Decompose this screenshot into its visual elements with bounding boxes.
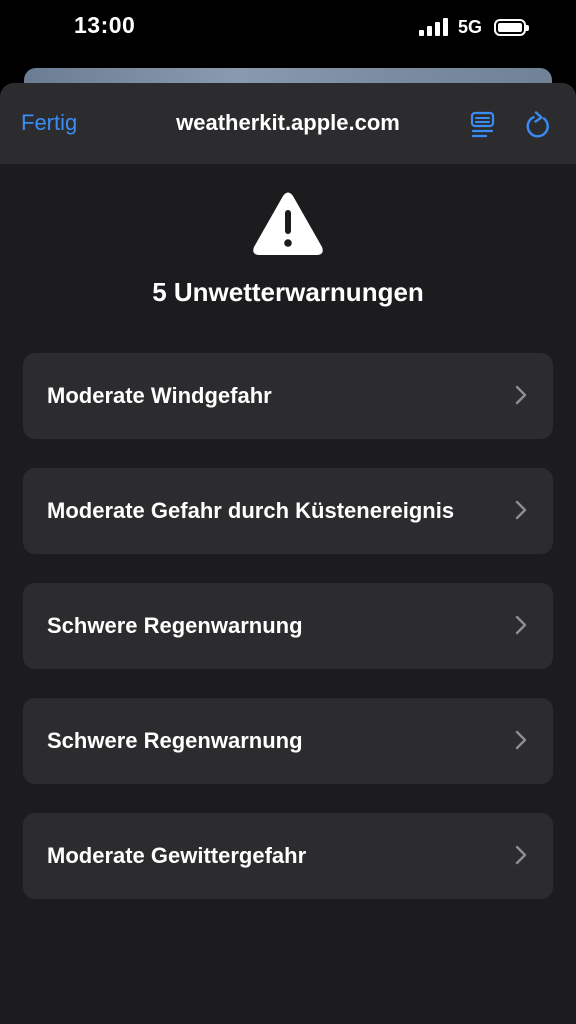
alert-item[interactable]: Schwere Regenwarnung bbox=[23, 583, 553, 669]
alert-list: Moderate Windgefahr Moderate Gefahr durc… bbox=[23, 353, 553, 928]
alert-item[interactable]: Moderate Gewittergefahr bbox=[23, 813, 553, 899]
reader-icon[interactable] bbox=[470, 111, 496, 139]
signal-icon bbox=[418, 18, 448, 36]
alerts-heading: 5 Unwetterwarnungen bbox=[152, 277, 424, 307]
warning-triangle-icon bbox=[252, 191, 324, 257]
reload-icon[interactable] bbox=[525, 110, 553, 140]
chevron-right-icon bbox=[515, 500, 527, 520]
alert-item[interactable]: Moderate Windgefahr bbox=[23, 353, 553, 439]
chevron-right-icon bbox=[515, 730, 527, 750]
alert-item[interactable]: Schwere Regenwarnung bbox=[23, 698, 553, 784]
status-time: 13:00 bbox=[74, 12, 136, 38]
network-label: 5G bbox=[457, 16, 482, 37]
alert-label: Moderate Gefahr durch Küstenereignis bbox=[47, 498, 455, 523]
nav-bar: Fertig weatherkit.apple.com bbox=[0, 83, 576, 164]
reader-icon-svg bbox=[470, 111, 495, 138]
chevron-right-icon bbox=[515, 845, 527, 865]
reload-icon-svg bbox=[526, 111, 549, 138]
alert-item[interactable]: Moderate Gefahr durch Küstenereignis bbox=[23, 468, 553, 554]
alert-label: Schwere Regenwarnung bbox=[47, 613, 303, 638]
status-indicators: 5G bbox=[418, 14, 529, 40]
alert-label: Moderate Gewittergefahr bbox=[47, 843, 307, 868]
alert-label: Moderate Windgefahr bbox=[47, 383, 272, 408]
warning-triangle-svg bbox=[253, 192, 323, 255]
battery-icon bbox=[494, 18, 529, 36]
status-bar: 13:00 5G bbox=[0, 0, 576, 56]
browser-sheet: Fertig weatherkit.apple.com 5 Unwetterwa… bbox=[0, 83, 576, 1024]
chevron-right-icon bbox=[515, 615, 527, 635]
screen: 13:00 5G Fertig weatherkit.apple.com 5 U… bbox=[0, 0, 576, 1024]
alert-label: Schwere Regenwarnung bbox=[47, 728, 303, 753]
chevron-right-icon bbox=[515, 385, 527, 405]
